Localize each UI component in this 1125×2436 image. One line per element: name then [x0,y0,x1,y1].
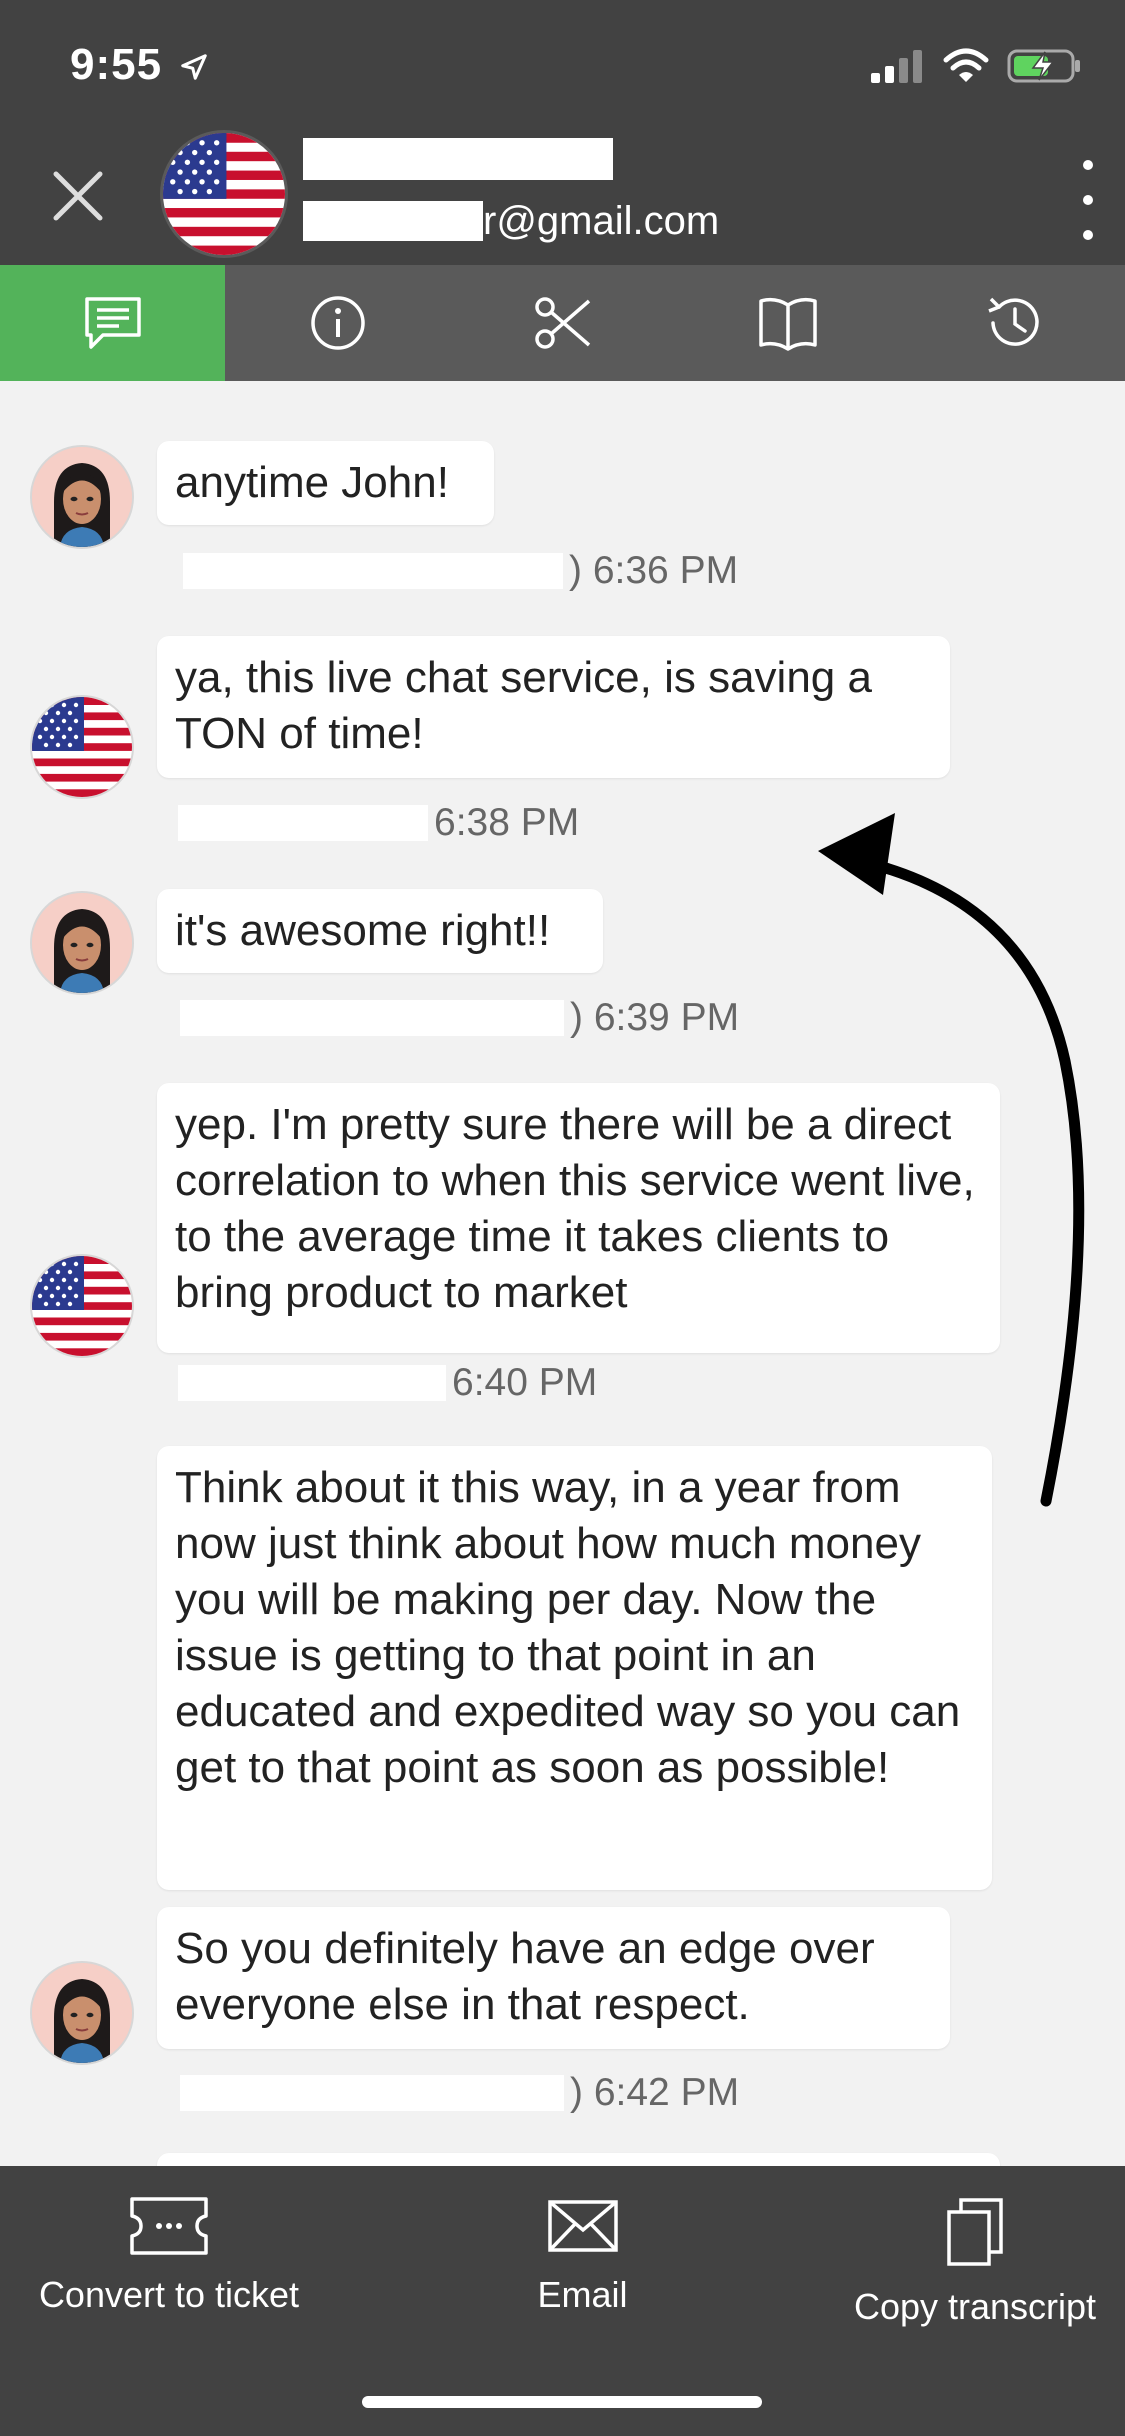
message-bubble: So you definitely have an edge over ever… [157,1907,950,2049]
wifi-icon [943,48,989,82]
message-bubble [157,2153,1000,2166]
battery-charging-icon [1007,49,1080,83]
tab-bar [0,265,1125,381]
tab-tools[interactable] [450,265,675,381]
message-meta: ) 6:39 PM [180,996,739,1040]
email-redaction [303,201,483,241]
close-icon [53,171,103,221]
customer-avatar [30,695,134,799]
us-flag-icon [163,133,285,255]
history-icon [987,297,1039,346]
message-meta: 6:38 PM [178,801,579,845]
convert-to-ticket-label: Convert to ticket [38,2274,300,2315]
message-bubble: anytime John! [157,441,494,525]
envelope-icon [547,2200,618,2252]
cellular-signal-icon [871,50,922,83]
copy-transcript-label: Copy transcript [853,2286,1097,2327]
dot [1083,160,1093,170]
contact-email: r@gmail.com [303,196,719,246]
dot [1083,195,1093,205]
status-time: 9:55 [70,40,209,90]
message-meta: ) 6:36 PM [183,549,738,593]
message-meta: John Gravelle 6:35 PM [180,381,587,390]
agent-avatar [30,1961,134,2065]
message-meta: ) 6:42 PM [180,2071,739,2115]
ticket-icon [130,2197,208,2255]
chat-transcript[interactable]: John Gravelle 6:35 PM anytime John! ) 6:… [0,381,1125,2166]
agent-avatar [30,445,134,549]
location-arrow-icon [181,54,208,81]
more-options-button[interactable] [1073,160,1103,240]
annotation-arrow [818,813,1085,1507]
sender-redaction [183,553,563,589]
chat-icon [84,297,141,349]
agent-avatar [30,891,134,995]
contact-name-redacted [303,138,613,180]
copy-transcript-button[interactable]: Copy transcript [845,2196,1105,2328]
close-button[interactable] [42,160,114,232]
sender-redaction [178,1365,446,1401]
tab-knowledge[interactable] [675,265,900,381]
status-icons [869,48,1083,84]
copy-icon [947,2198,1003,2266]
home-indicator[interactable] [362,2396,762,2408]
dot [1083,230,1093,240]
message-meta: 6:40 PM [178,1361,597,1405]
tab-info[interactable] [225,265,450,381]
tab-history[interactable] [900,265,1125,381]
message-bubble: it's awesome right!! [157,889,603,973]
tab-chat[interactable] [0,265,225,381]
info-icon [310,296,365,350]
sender-redaction [180,1000,564,1036]
email-button[interactable]: Email [480,2196,685,2316]
email-label: Email [537,2274,628,2315]
contact-email-text: r@gmail.com [483,198,720,243]
contact-avatar [160,130,288,258]
customer-avatar [30,1254,134,1358]
top-header: 9:55 r@gmail.com [0,0,1125,265]
sender-redaction [178,805,428,841]
convert-to-ticket-button[interactable]: Convert to ticket [36,2196,302,2316]
scissors-icon [534,297,590,349]
sender-redaction [180,2075,564,2111]
book-icon [758,297,817,351]
